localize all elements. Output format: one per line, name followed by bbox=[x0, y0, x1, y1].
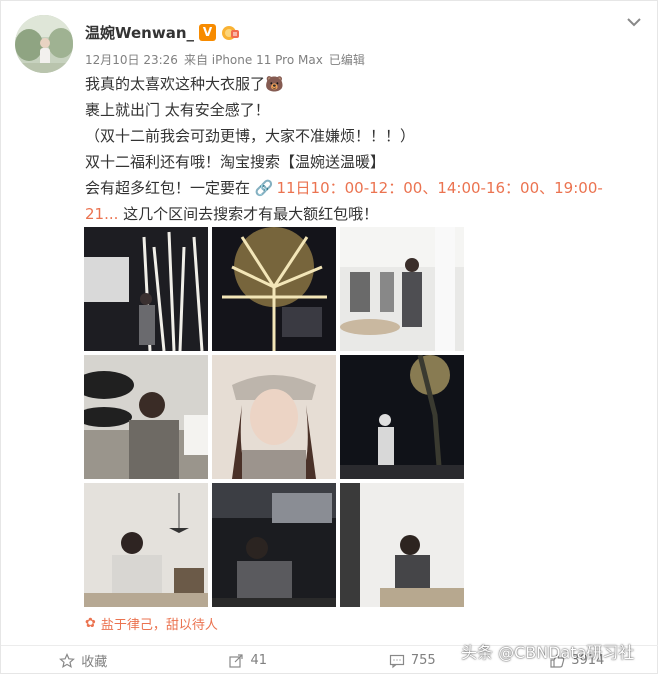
image-thumbnail[interactable] bbox=[84, 227, 208, 351]
chevron-down-icon[interactable] bbox=[625, 13, 643, 31]
content-link[interactable]: 11日10：00-12：00、14:00-16：00、19:00- bbox=[276, 179, 602, 197]
content-line: （双十二前我会可劲更博，大家不准嫌烦！！！） bbox=[85, 127, 416, 145]
share-icon bbox=[229, 653, 244, 668]
avatar[interactable] bbox=[15, 15, 73, 73]
username[interactable]: 温婉Wenwan_ bbox=[85, 22, 194, 43]
watermark: 头条 @CBNData研习社 bbox=[461, 643, 635, 662]
expand-link[interactable]: 21... bbox=[85, 205, 118, 223]
location-tag[interactable]: ✿ 盐于律己，甜以待人 bbox=[85, 614, 218, 633]
content-line: 21... 这几个区间去搜索才有最大额红包哦！ bbox=[85, 201, 605, 227]
image-thumbnail[interactable] bbox=[84, 355, 208, 479]
image-thumbnail[interactable] bbox=[340, 483, 464, 607]
post-source: 来自 iPhone 11 Pro Max bbox=[183, 53, 323, 67]
favorite-label: 收藏 bbox=[81, 655, 108, 670]
image-thumbnail[interactable] bbox=[340, 355, 464, 479]
content-line: 会有超多红包！一定要在 🔗 11日10：00-12：00、14:00-16：00、… bbox=[85, 175, 605, 201]
image-grid bbox=[84, 227, 464, 608]
content-line: 双十二福利还有哦！淘宝搜索【温婉送温暖】 bbox=[85, 153, 386, 171]
location-icon: ✿ bbox=[85, 616, 96, 631]
star-icon bbox=[59, 652, 76, 668]
verified-badge: V bbox=[199, 23, 217, 41]
content-text: 会有超多红包！一定要在 bbox=[85, 179, 255, 197]
repost-button[interactable]: 41 bbox=[166, 653, 331, 669]
favorite-button[interactable]: 收藏 bbox=[1, 651, 166, 670]
image-thumbnail[interactable] bbox=[340, 227, 464, 351]
comment-count: 755 bbox=[410, 653, 436, 668]
post-meta: 12月10日 23:26 来自 iPhone 11 Pro Max 已编辑 bbox=[85, 51, 365, 68]
link-icon: 🔗 bbox=[254, 179, 274, 197]
post-header: 温婉Wenwan_ V bbox=[85, 21, 240, 43]
content-line: 我真的太喜欢这种大衣服了🐻 bbox=[85, 75, 284, 93]
location-text: 盐于律己，甜以待人 bbox=[100, 618, 218, 633]
weibo-post-card: 温婉Wenwan_ V 12月10日 23:26 来自 iPhone 11 Pr… bbox=[0, 0, 658, 674]
content-text: 这几个区间去搜索才有最大额红包哦！ bbox=[118, 205, 379, 223]
comment-icon bbox=[389, 654, 404, 668]
image-thumbnail[interactable] bbox=[84, 483, 208, 607]
post-timestamp[interactable]: 12月10日 23:26 bbox=[85, 51, 178, 68]
vip-crown-icon bbox=[222, 25, 240, 40]
content-line: 裹上就出门 太有安全感了！ bbox=[85, 101, 270, 119]
edited-label[interactable]: 已编辑 bbox=[329, 51, 365, 68]
image-thumbnail[interactable] bbox=[212, 227, 336, 351]
repost-count: 41 bbox=[250, 653, 268, 668]
post-content: 我真的太喜欢这种大衣服了🐻 裹上就出门 太有安全感了！ （双十二前我会可劲更博，… bbox=[85, 71, 605, 227]
image-thumbnail[interactable] bbox=[212, 483, 336, 607]
image-thumbnail[interactable] bbox=[212, 355, 336, 479]
